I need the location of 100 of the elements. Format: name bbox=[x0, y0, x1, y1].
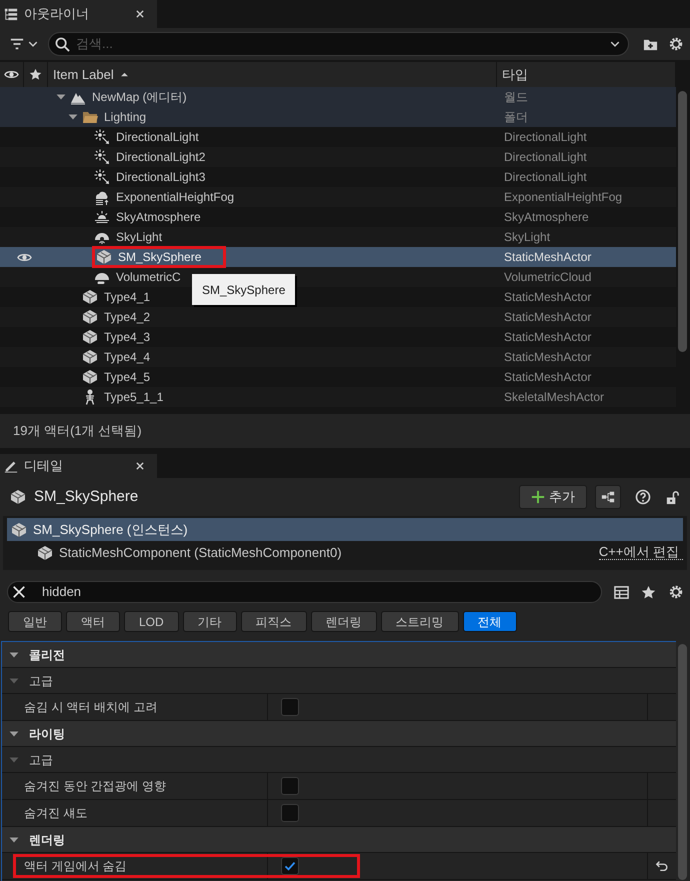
scrollbar[interactable] bbox=[678, 91, 687, 352]
item-type: SkyAtmosphere bbox=[503, 209, 590, 226]
item-label: Type4_3 bbox=[104, 329, 150, 346]
item-type: StaticMeshActor bbox=[503, 349, 592, 366]
hierarchy-icon bbox=[601, 490, 615, 504]
clear-icon[interactable] bbox=[12, 585, 26, 599]
category-row[interactable]: 라이팅 bbox=[2, 721, 676, 747]
checkbox[interactable] bbox=[281, 777, 299, 795]
cube-icon bbox=[82, 289, 98, 305]
cube-icon bbox=[11, 522, 27, 538]
column-header[interactable]: 타입 bbox=[502, 64, 528, 84]
item-type: ExponentialHeightFog bbox=[503, 189, 624, 206]
panel-tab[interactable]: 디테일 bbox=[0, 454, 157, 478]
item-type: VolumetricCloud bbox=[503, 269, 592, 286]
horizon-icon bbox=[94, 209, 110, 225]
unlocked-icon[interactable] bbox=[665, 490, 680, 504]
item-label: ExponentialHeightFog bbox=[116, 189, 234, 206]
item-label: SM_SkySphere bbox=[118, 249, 202, 266]
component-row[interactable]: StaticMeshComponent (StaticMeshComponent0) C++에서 편집 bbox=[7, 541, 683, 564]
panel-tab[interactable]: 아웃라이너 bbox=[0, 0, 157, 28]
tab-title: 아웃라이너 bbox=[24, 5, 90, 24]
property-label: 숨겨진 동안 간접광에 영향 bbox=[24, 778, 166, 795]
checkbox[interactable] bbox=[281, 698, 299, 716]
chevron-icon bbox=[28, 39, 38, 49]
pencil-icon bbox=[4, 459, 18, 473]
filter-tab[interactable]: LOD bbox=[124, 611, 179, 632]
item-label: DirectionalLight bbox=[116, 129, 199, 146]
folder-icon bbox=[82, 109, 98, 125]
column-header[interactable]: Item Label bbox=[53, 64, 114, 84]
item-label: NewMap (에디터) bbox=[92, 89, 187, 106]
filter-tab[interactable]: 스트리밍 bbox=[380, 611, 459, 632]
expander-icon[interactable] bbox=[9, 650, 19, 660]
actor-name: SM_SkySphere bbox=[34, 486, 140, 507]
close-icon bbox=[135, 461, 145, 471]
settings-icon[interactable] bbox=[668, 36, 684, 52]
cloud-icon bbox=[94, 189, 110, 205]
tree-row[interactable]: Type4_2 StaticMeshActor bbox=[0, 307, 676, 327]
tree-row[interactable]: Lighting 폴더 bbox=[0, 107, 676, 127]
component-label: StaticMeshComponent (StaticMeshComponent0) bbox=[59, 544, 343, 562]
sun-icon bbox=[94, 129, 110, 145]
item-type: DirectionalLight bbox=[503, 169, 588, 186]
search-icon bbox=[55, 36, 70, 52]
filter-tab[interactable]: 렌더링 bbox=[310, 611, 377, 632]
category-label: 렌더링 bbox=[29, 832, 65, 848]
edit-link[interactable]: C++에서 편집 bbox=[598, 545, 683, 560]
category-label: 콜리전 bbox=[29, 646, 65, 664]
status-text: 19개 액터(1개 선택됨) bbox=[13, 422, 142, 440]
blueprint-button[interactable] bbox=[595, 485, 621, 509]
item-type: StaticMeshActor bbox=[503, 329, 592, 346]
cube-icon bbox=[82, 329, 98, 345]
help-icon[interactable] bbox=[635, 489, 651, 505]
expander-icon[interactable] bbox=[9, 728, 19, 738]
item-label: DirectionalLight2 bbox=[116, 149, 206, 166]
filter-tab[interactable]: 기타 bbox=[182, 611, 237, 632]
close-icon bbox=[135, 9, 145, 19]
item-label: Type4_5 bbox=[104, 369, 150, 386]
component-label: SM_SkySphere (인스턴스) bbox=[33, 520, 189, 539]
star-icon bbox=[29, 68, 42, 81]
cube-icon bbox=[82, 349, 98, 365]
expander-icon[interactable] bbox=[56, 92, 66, 102]
cube-icon bbox=[82, 309, 98, 325]
filter-tab[interactable]: 피직스 bbox=[240, 611, 307, 632]
filter-tab[interactable]: 전체 bbox=[462, 611, 517, 632]
expander-icon[interactable] bbox=[9, 834, 19, 844]
search-field[interactable]: 검색... bbox=[48, 32, 629, 56]
plus-icon bbox=[531, 490, 545, 504]
filter-tab[interactable]: 액터 bbox=[66, 611, 120, 632]
checkbox[interactable] bbox=[281, 804, 299, 822]
sun-icon bbox=[94, 149, 110, 165]
settings-icon[interactable] bbox=[668, 584, 684, 600]
scrollbar[interactable] bbox=[678, 644, 687, 880]
item-type: StaticMeshActor bbox=[503, 369, 592, 386]
category-row[interactable]: 렌더링 bbox=[2, 827, 676, 853]
filter-tab[interactable]: 일반 bbox=[8, 611, 62, 632]
add-button[interactable]: 추가 bbox=[519, 485, 587, 509]
checkbox[interactable] bbox=[281, 857, 299, 875]
cube-icon bbox=[96, 249, 112, 265]
tree-row[interactable]: Type4_4 StaticMeshActor bbox=[0, 347, 676, 367]
item-type: 월드 bbox=[503, 89, 529, 106]
item-label: Type4_4 bbox=[104, 349, 150, 366]
category-label: 고급 bbox=[29, 752, 53, 768]
table-icon[interactable] bbox=[614, 584, 629, 600]
item-label: Lighting bbox=[104, 109, 146, 126]
tree-row[interactable]: ExponentialHeightFog ExponentialHeightFog bbox=[0, 187, 676, 207]
list-icon bbox=[4, 7, 18, 21]
tree-row[interactable]: Type5_1_1 SkeletalMeshActor bbox=[0, 387, 676, 407]
tree-row[interactable]: NewMap (에디터) 월드 bbox=[0, 87, 676, 107]
reset-icon[interactable] bbox=[655, 859, 669, 873]
sort-icon bbox=[120, 70, 129, 79]
check-icon bbox=[284, 860, 296, 872]
category-row[interactable]: 콜리전 bbox=[2, 642, 676, 668]
component-row[interactable]: SM_SkySphere (인스턴스) bbox=[7, 518, 683, 541]
item-label: Type5_1_1 bbox=[104, 389, 164, 406]
item-label: VolumetricC bbox=[116, 269, 181, 286]
tree-row[interactable]: SM_SkySphere StaticMeshActor bbox=[0, 247, 676, 267]
expander-icon[interactable] bbox=[68, 112, 78, 122]
item-label: Type4_2 bbox=[104, 309, 150, 326]
tree-row[interactable]: SkyLight SkyLight bbox=[0, 227, 676, 247]
item-type: StaticMeshActor bbox=[503, 309, 592, 326]
tree-row[interactable]: DirectionalLight2 DirectionalLight bbox=[0, 147, 676, 167]
